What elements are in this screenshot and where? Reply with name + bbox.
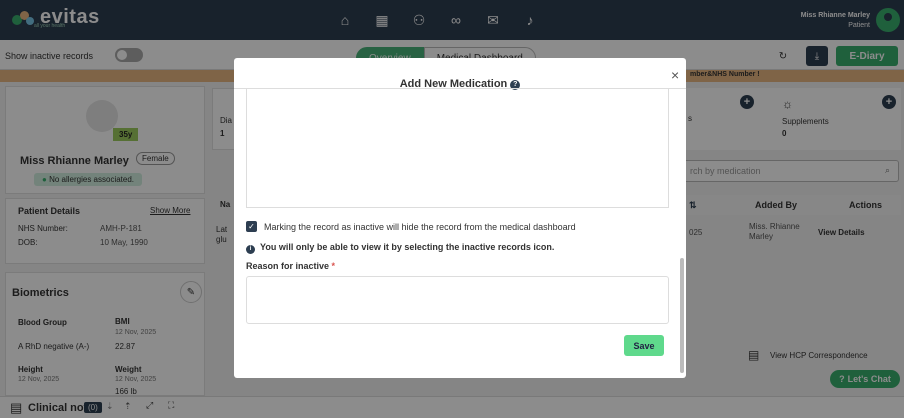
required-mark: * bbox=[331, 261, 336, 271]
inactive-checkbox[interactable]: ✓ bbox=[246, 221, 257, 232]
inactive-info: i You will only be able to view it by sel… bbox=[246, 242, 554, 254]
reason-textarea[interactable] bbox=[246, 276, 669, 324]
inactive-checkbox-label: Marking the record as inactive will hide… bbox=[264, 222, 576, 232]
inactive-info-text: You will only be able to view it by sele… bbox=[260, 242, 555, 252]
save-button[interactable]: Save bbox=[624, 335, 664, 356]
medication-form-area[interactable] bbox=[246, 88, 669, 208]
modal-scrollbar[interactable] bbox=[680, 258, 684, 373]
reason-label: Reason for inactive * bbox=[246, 261, 335, 271]
reason-label-text: Reason for inactive bbox=[246, 261, 330, 271]
add-medication-modal: Add New Medication? × ✓ Marking the reco… bbox=[234, 58, 686, 378]
close-icon[interactable]: × bbox=[671, 67, 679, 83]
save-label: Save bbox=[633, 340, 655, 351]
info-circle-icon: i bbox=[246, 245, 255, 254]
